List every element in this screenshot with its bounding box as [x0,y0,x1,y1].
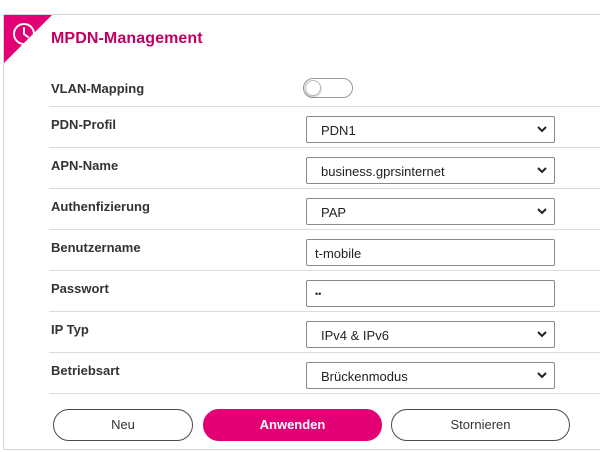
password-row: Passwort •• [49,271,600,312]
ip-type-row: IP Typ IPv4 & IPv6 [49,312,600,353]
pdn-profile-select[interactable]: PDN1 [306,116,555,143]
username-label: Benutzername [51,240,141,255]
vlan-mapping-row: VLAN-Mapping [49,76,600,107]
chevron-down-icon [537,372,547,379]
apn-name-value: business.gprsinternet [321,164,445,179]
pdn-profile-value: PDN1 [321,123,356,138]
password-label: Passwort [51,281,109,296]
password-input[interactable]: •• [306,280,555,307]
vlan-mapping-toggle[interactable] [303,78,353,98]
auth-label: Authenfizierung [51,199,150,214]
mode-value: Brückenmodus [321,369,408,384]
auth-select[interactable]: PAP [306,198,555,225]
mode-row: Betriebsart Brückenmodus [49,353,600,394]
apn-name-row: APN-Name business.gprsinternet [49,148,600,189]
clock-icon [13,23,35,45]
ip-type-select[interactable]: IPv4 & IPv6 [306,321,555,348]
username-value: t-mobile [315,246,362,261]
chevron-down-icon [537,331,547,338]
apn-name-label: APN-Name [51,158,119,173]
page-title: MPDN-Management [51,30,203,47]
pdn-profile-label: PDN-Profil [51,117,116,132]
mode-select[interactable]: Brückenmodus [306,362,555,389]
ip-type-label: IP Typ [51,322,89,337]
ip-type-value: IPv4 & IPv6 [321,328,389,343]
chevron-down-icon [537,208,547,215]
auth-row: Authenfizierung PAP [49,189,600,230]
pdn-profile-row: PDN-Profil PDN1 [49,107,600,148]
new-button[interactable]: Neu [53,409,193,441]
apn-name-select[interactable]: business.gprsinternet [306,157,555,184]
username-input[interactable]: t-mobile [306,239,555,266]
username-row: Benutzername t-mobile [49,230,600,271]
auth-value: PAP [321,205,347,220]
cancel-button[interactable]: Stornieren [391,409,570,441]
toggle-knob [305,80,321,96]
vlan-mapping-label: VLAN-Mapping [51,81,145,96]
chevron-down-icon [537,167,547,174]
chevron-down-icon [537,126,547,133]
apply-button[interactable]: Anwenden [203,409,382,441]
mode-label: Betriebsart [51,363,120,378]
password-value: •• [315,289,322,299]
